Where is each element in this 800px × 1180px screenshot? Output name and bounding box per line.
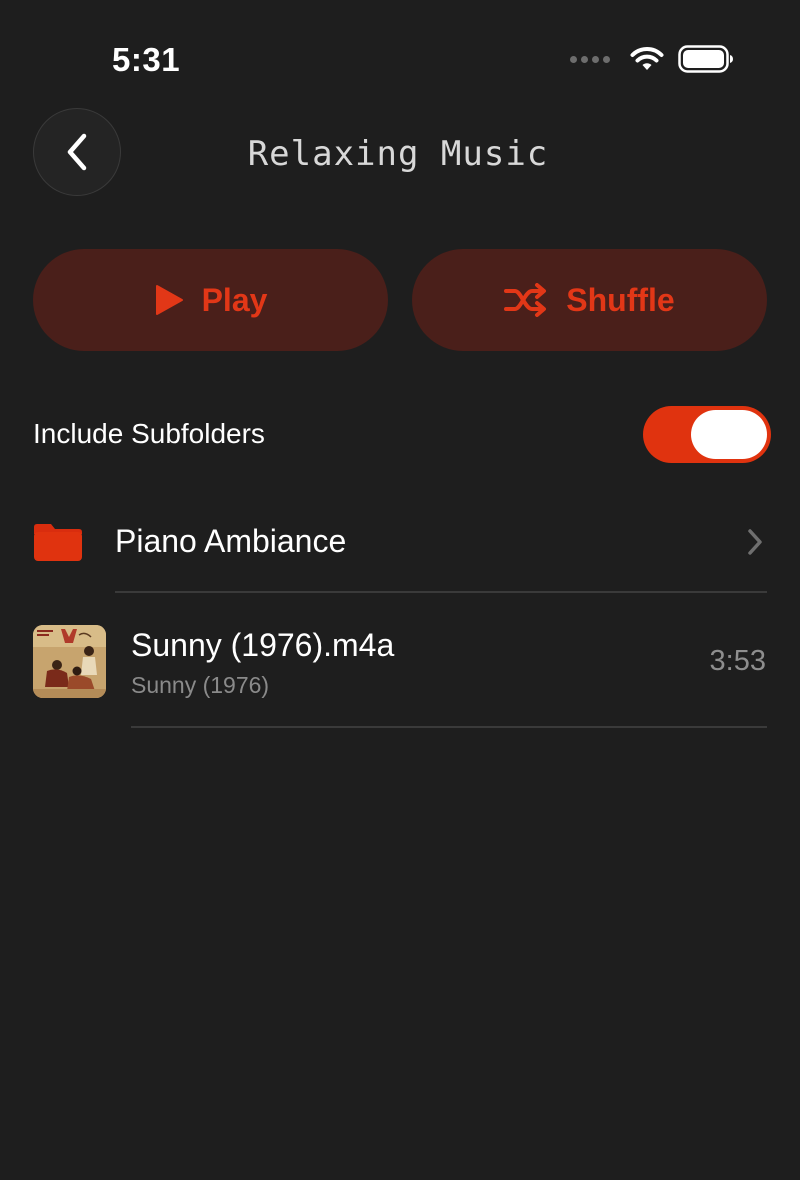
- status-time: 5:31: [112, 41, 181, 78]
- chevron-right-icon: [748, 529, 762, 555]
- track-row[interactable]: Sunny (1976).m4a Sunny (1976) 3:53: [0, 593, 800, 727]
- cellular-signal-icon: [570, 55, 610, 63]
- play-label: Play: [201, 282, 268, 318]
- folder-icon: [34, 524, 82, 561]
- toggle-knob: [691, 410, 767, 459]
- divider: [131, 726, 767, 728]
- include-subfolders-label: Include Subfolders: [33, 418, 265, 449]
- shuffle-icon: [504, 283, 547, 317]
- wifi-icon: [630, 47, 664, 70]
- track-subtitle: Sunny (1976): [131, 672, 270, 698]
- battery-icon: [678, 45, 733, 73]
- folder-name: Piano Ambiance: [115, 523, 347, 559]
- folder-row[interactable]: Piano Ambiance: [0, 490, 800, 592]
- include-subfolders-toggle[interactable]: [643, 406, 771, 463]
- page-title: Relaxing Music: [247, 134, 549, 174]
- status-icons: [570, 44, 734, 74]
- track-title: Sunny (1976).m4a: [131, 627, 395, 663]
- play-button[interactable]: Play: [33, 249, 388, 351]
- shuffle-label: Shuffle: [566, 282, 675, 318]
- album-art: [33, 625, 106, 698]
- track-duration: 3:53: [709, 645, 766, 677]
- shuffle-button[interactable]: Shuffle: [412, 249, 767, 351]
- play-icon: [155, 285, 183, 315]
